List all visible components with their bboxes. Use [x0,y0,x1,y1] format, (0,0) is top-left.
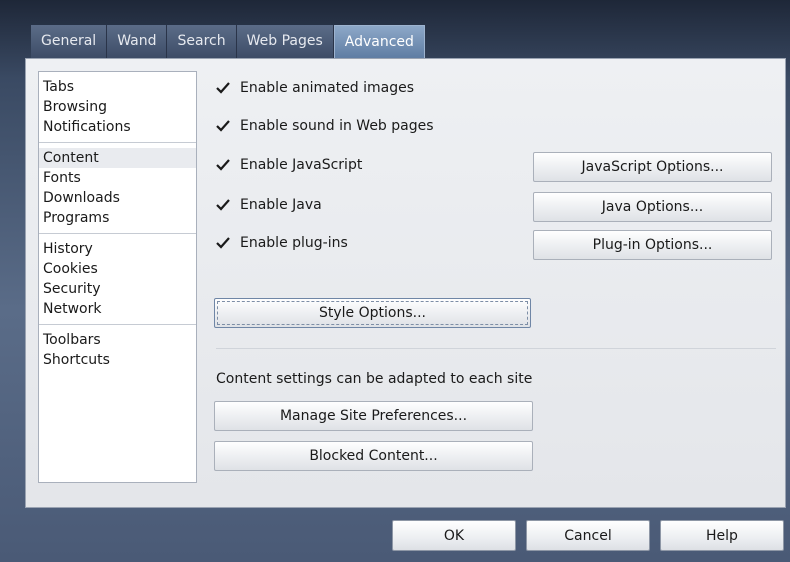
plugins-checkbox[interactable] [216,236,230,250]
advanced-panel: Tabs Browsing Notifications Content Font… [25,58,786,508]
category-list[interactable]: Tabs Browsing Notifications Content Font… [38,71,197,483]
help-button[interactable]: Help [660,520,784,551]
tab-web-pages[interactable]: Web Pages [236,25,334,58]
category-browsing[interactable]: Browsing [39,97,196,117]
category-history[interactable]: History [39,239,196,259]
tab-wand[interactable]: Wand [107,25,168,58]
java-label: Enable Java [240,197,322,213]
sound-label: Enable sound in Web pages [240,118,434,134]
javascript-options-button[interactable]: JavaScript Options... [533,152,772,182]
category-network[interactable]: Network [39,299,196,319]
option-sound: Enable sound in Web pages [216,116,434,136]
category-group: Content Fonts Downloads Programs [39,143,196,234]
category-cookies[interactable]: Cookies [39,259,196,279]
checkmark-icon [216,237,230,249]
checkmark-icon [216,120,230,132]
manage-site-preferences-button[interactable]: Manage Site Preferences... [214,401,533,431]
tab-advanced[interactable]: Advanced [333,25,425,58]
blocked-content-button[interactable]: Blocked Content... [214,441,533,471]
ok-button[interactable]: OK [392,520,516,551]
checkmark-icon [216,159,230,171]
category-group: Tabs Browsing Notifications [39,72,196,143]
category-group: Toolbars Shortcuts [39,325,196,375]
category-content[interactable]: Content [39,148,196,168]
animated-images-label: Enable animated images [240,80,415,96]
category-programs[interactable]: Programs [39,208,196,228]
category-tabs[interactable]: Tabs [39,77,196,97]
sound-checkbox[interactable] [216,119,230,133]
category-group: History Cookies Security Network [39,234,196,325]
preferences-dialog: General Wand Search Web Pages Advanced T… [0,0,790,562]
plugin-options-button[interactable]: Plug-in Options... [533,230,772,260]
javascript-label: Enable JavaScript [240,157,363,173]
java-options-button[interactable]: Java Options... [533,192,772,222]
style-options-button[interactable]: Style Options... [214,298,531,328]
category-security[interactable]: Security [39,279,196,299]
plugins-label: Enable plug-ins [240,235,348,251]
javascript-checkbox[interactable] [216,158,230,172]
checkmark-icon [216,199,230,211]
cancel-button[interactable]: Cancel [526,520,650,551]
java-checkbox[interactable] [216,198,230,212]
tab-search[interactable]: Search [167,25,237,58]
option-java: Enable Java [216,195,322,215]
tab-general[interactable]: General [31,25,108,58]
option-plugins: Enable plug-ins [216,233,348,253]
option-javascript: Enable JavaScript [216,155,362,175]
category-downloads[interactable]: Downloads [39,188,196,208]
section-divider [216,348,776,349]
site-settings-info: Content settings can be adapted to each … [216,371,533,387]
category-toolbars[interactable]: Toolbars [39,330,196,350]
tab-bar: General Wand Search Web Pages Advanced [31,25,425,58]
animated-images-checkbox[interactable] [216,81,230,95]
option-animated-images: Enable animated images [216,78,414,98]
checkmark-icon [216,82,230,94]
category-notifications[interactable]: Notifications [39,117,196,137]
category-shortcuts[interactable]: Shortcuts [39,350,196,370]
category-fonts[interactable]: Fonts [39,168,196,188]
